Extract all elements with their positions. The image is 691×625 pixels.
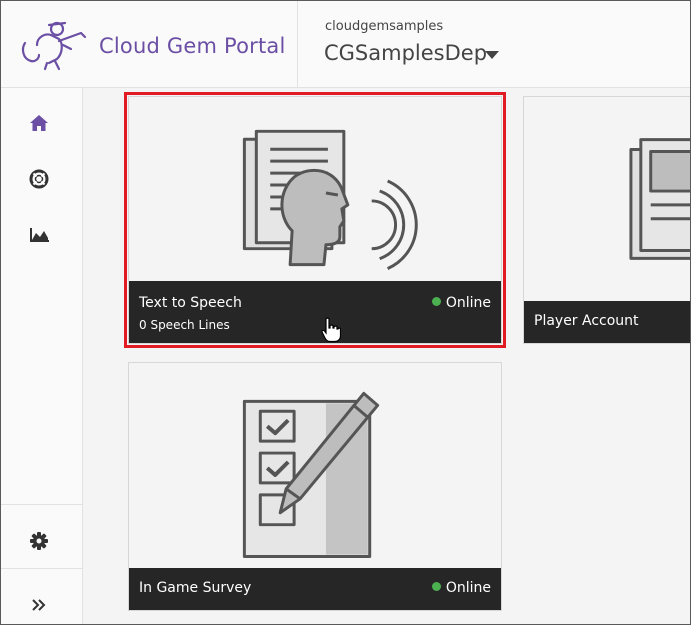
sidebar-separator — [1, 568, 82, 569]
sidebar-separator — [1, 504, 82, 505]
card-footer: In Game Survey Online — [129, 568, 501, 610]
beaver-logo-icon[interactable] — [19, 15, 91, 71]
status-label: Online — [445, 580, 491, 596]
status-badge: Online — [431, 580, 491, 596]
gem-card-text-to-speech[interactable]: Text to Speech 0 Speech Lines Online — [128, 96, 502, 344]
survey-icon — [242, 391, 380, 559]
status-label: Online — [445, 295, 491, 311]
status-dot-icon — [431, 582, 441, 591]
portal-window: Cloud Gem Portal cloudgemsamples CGSampl… — [0, 0, 691, 625]
chevron-down-icon[interactable] — [485, 51, 499, 59]
expand-icon[interactable] — [28, 594, 50, 616]
support-icon[interactable] — [28, 168, 50, 190]
card-subtitle: 0 Speech Lines — [139, 318, 230, 332]
status-dot-icon — [431, 297, 441, 306]
player-account-icon — [629, 138, 690, 260]
header-divider — [297, 1, 298, 87]
hand-pointer-icon — [321, 317, 341, 343]
deployment-selector[interactable]: CGSamplesDep — [324, 41, 487, 65]
status-badge: Online — [431, 295, 491, 311]
home-icon[interactable] — [28, 112, 50, 134]
card-title[interactable]: Text to Speech — [139, 295, 242, 311]
project-name: cloudgemsamples — [325, 19, 444, 34]
gear-icon[interactable] — [28, 530, 50, 552]
analytics-icon[interactable] — [28, 224, 50, 246]
sidebar — [1, 88, 83, 624]
app-brand-title[interactable]: Cloud Gem Portal — [99, 34, 286, 58]
card-footer: Player Account — [524, 301, 690, 343]
gem-card-player-account[interactable]: Player Account — [523, 96, 690, 344]
gem-card-in-game-survey[interactable]: In Game Survey Online — [128, 362, 502, 611]
text-to-speech-icon — [242, 129, 418, 270]
card-footer: Text to Speech 0 Speech Lines Online — [129, 281, 501, 343]
card-title[interactable]: Player Account — [534, 313, 639, 329]
top-header: Cloud Gem Portal cloudgemsamples CGSampl… — [1, 1, 690, 88]
card-title[interactable]: In Game Survey — [139, 580, 251, 596]
